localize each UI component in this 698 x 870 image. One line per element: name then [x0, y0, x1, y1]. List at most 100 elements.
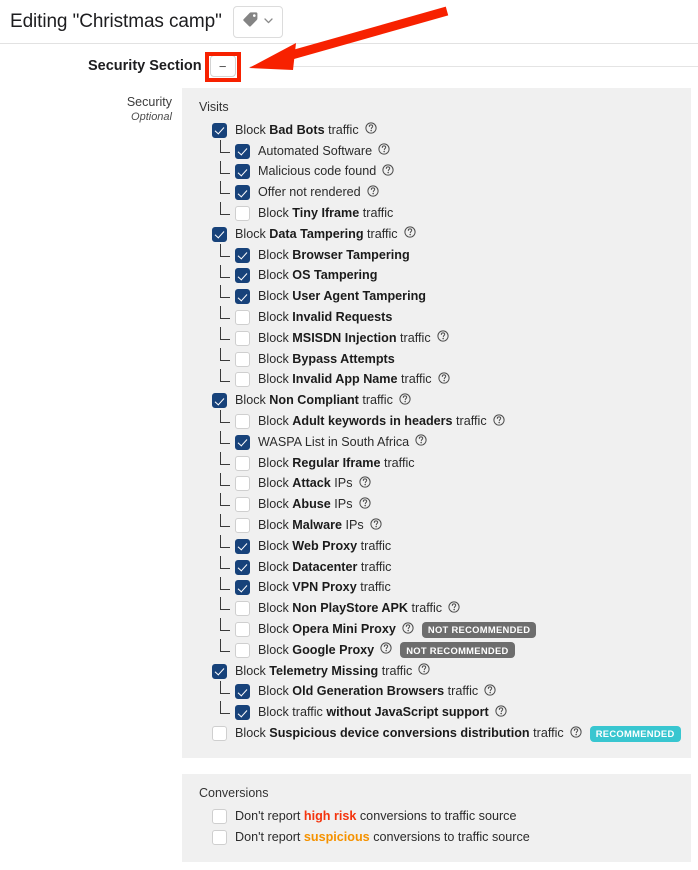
visits-row[interactable]: Block Non Compliant traffic	[182, 390, 691, 411]
visits-row-label: Block Tiny Iframe traffic	[258, 206, 394, 221]
visits-row-label: Block Suspicious device conversions dist…	[235, 726, 564, 740]
visits-row-label: Block Malware IPs	[258, 518, 364, 533]
help-icon[interactable]	[418, 662, 430, 680]
checkbox[interactable]	[235, 185, 250, 201]
visits-row[interactable]: Block Malware IPs	[182, 514, 691, 536]
visits-row[interactable]: Block Regular Iframe traffic	[182, 451, 691, 474]
checkbox[interactable]	[235, 268, 250, 284]
checkbox[interactable]	[235, 289, 250, 305]
checkbox[interactable]	[235, 414, 250, 430]
conversions-row[interactable]: Don't report suspicious conversions to t…	[182, 827, 691, 848]
checkbox[interactable]	[212, 663, 227, 679]
visits-row[interactable]: Block Browser Tampering	[182, 243, 691, 266]
tree-elbow-icon	[220, 493, 230, 507]
help-icon[interactable]	[402, 621, 414, 639]
tree-elbow-icon	[220, 701, 230, 715]
help-icon[interactable]	[378, 142, 390, 160]
visits-row[interactable]: Block Adult keywords in headers traffic	[182, 410, 691, 432]
help-icon[interactable]	[437, 329, 449, 347]
checkbox[interactable]	[235, 559, 250, 575]
checkbox[interactable]	[212, 393, 227, 409]
visits-row[interactable]: Block OS Tampering	[182, 264, 691, 287]
checkbox[interactable]	[235, 372, 250, 388]
visits-row[interactable]: Block Old Generation Browsers traffic	[182, 680, 691, 703]
visits-row[interactable]: Block Bad Bots traffic	[182, 120, 691, 141]
checkbox[interactable]	[235, 206, 250, 222]
visits-row[interactable]: Block Invalid Requests	[182, 306, 691, 328]
checkbox[interactable]	[235, 518, 250, 534]
checkbox[interactable]	[235, 310, 250, 326]
visits-row[interactable]: Block Datacenter traffic	[182, 555, 691, 578]
help-icon[interactable]	[493, 413, 505, 431]
help-icon[interactable]	[358, 496, 371, 514]
visits-row[interactable]: Automated Software	[182, 139, 691, 162]
checkbox[interactable]	[235, 143, 250, 159]
help-icon[interactable]	[404, 225, 416, 243]
collapse-section-button[interactable]: −	[209, 55, 236, 77]
help-icon[interactable]	[484, 683, 496, 701]
checkbox[interactable]	[235, 684, 250, 700]
checkbox[interactable]	[212, 726, 227, 741]
help-icon[interactable]	[415, 433, 427, 451]
checkbox[interactable]	[235, 164, 250, 180]
visits-row[interactable]: Block Web Proxy traffic	[182, 534, 691, 557]
checkbox[interactable]	[235, 330, 250, 346]
tree-elbow-icon	[220, 430, 230, 444]
visits-row[interactable]: Block Google Proxy NOT RECOMMENDED	[182, 638, 691, 661]
panels-column: Visits Block Bad Bots traffic Automated S…	[182, 88, 698, 862]
visits-row[interactable]: Block Telemetry Missing traffic	[182, 661, 691, 682]
visits-row[interactable]: Block Suspicious device conversions dist…	[182, 723, 691, 744]
checkbox[interactable]	[235, 642, 250, 658]
visits-row[interactable]: Block Data Tampering traffic	[182, 224, 691, 245]
status-badge: RECOMMENDED	[589, 725, 681, 742]
visits-row[interactable]: WASPA List in South Africa	[182, 430, 691, 453]
checkbox[interactable]	[212, 226, 227, 242]
checkbox[interactable]	[235, 538, 250, 554]
help-icon[interactable]	[570, 725, 582, 743]
help-icon[interactable]	[448, 600, 460, 618]
visits-row[interactable]: Block Bypass Attempts	[182, 347, 691, 370]
visits-row[interactable]: Block VPN Proxy traffic	[182, 576, 691, 599]
help-icon[interactable]	[370, 517, 382, 535]
visits-row[interactable]: Offer not rendered	[182, 181, 691, 203]
checkbox[interactable]	[235, 351, 250, 367]
checkbox[interactable]	[235, 455, 250, 471]
checkbox[interactable]	[212, 829, 227, 845]
visits-row[interactable]: Block User Agent Tampering	[182, 285, 691, 307]
visits-row-label: Block Bad Bots traffic	[235, 122, 359, 137]
checkbox[interactable]	[235, 622, 250, 638]
visits-row-label: Block Browser Tampering	[258, 247, 410, 262]
visits-row-label: Block Opera Mini Proxy	[258, 622, 396, 637]
checkbox[interactable]	[235, 497, 250, 513]
visits-row[interactable]: Block Tiny Iframe traffic	[182, 202, 691, 224]
help-icon[interactable]	[380, 641, 392, 659]
visits-row-label: Block Abuse IPs	[258, 497, 353, 512]
visits-row[interactable]: Block Non PlayStore APK traffic	[182, 597, 691, 619]
tag-dropdown-button[interactable]	[232, 5, 283, 38]
checkbox[interactable]	[235, 247, 250, 263]
checkbox[interactable]	[235, 580, 250, 596]
conversions-row[interactable]: Don't report high risk conversions to tr…	[182, 806, 691, 827]
checkbox[interactable]	[212, 122, 227, 138]
help-icon[interactable]	[495, 704, 507, 722]
help-icon[interactable]	[365, 121, 377, 139]
visits-row[interactable]: Block Opera Mini Proxy NOT RECOMMENDED	[182, 618, 691, 640]
checkbox[interactable]	[212, 808, 227, 824]
help-icon[interactable]	[382, 163, 394, 181]
checkbox[interactable]	[235, 601, 250, 617]
visits-row[interactable]: Block Invalid App Name traffic	[182, 368, 691, 391]
help-icon[interactable]	[399, 392, 411, 410]
visits-row[interactable]: Block Attack IPs	[182, 472, 691, 495]
visits-row[interactable]: Block MSISDN Injection traffic	[182, 326, 691, 349]
visits-row[interactable]: Block traffic without JavaScript support	[182, 701, 691, 723]
help-icon[interactable]	[358, 475, 371, 493]
visits-row[interactable]: Malicious code found	[182, 160, 691, 183]
section-header: Security Section −	[0, 44, 698, 88]
checkbox[interactable]	[235, 476, 250, 492]
help-icon[interactable]	[367, 184, 379, 202]
help-icon[interactable]	[437, 371, 450, 389]
visits-row[interactable]: Block Abuse IPs	[182, 493, 691, 515]
checkbox[interactable]	[235, 434, 250, 450]
tree-elbow-icon	[220, 181, 230, 195]
checkbox[interactable]	[235, 705, 250, 721]
